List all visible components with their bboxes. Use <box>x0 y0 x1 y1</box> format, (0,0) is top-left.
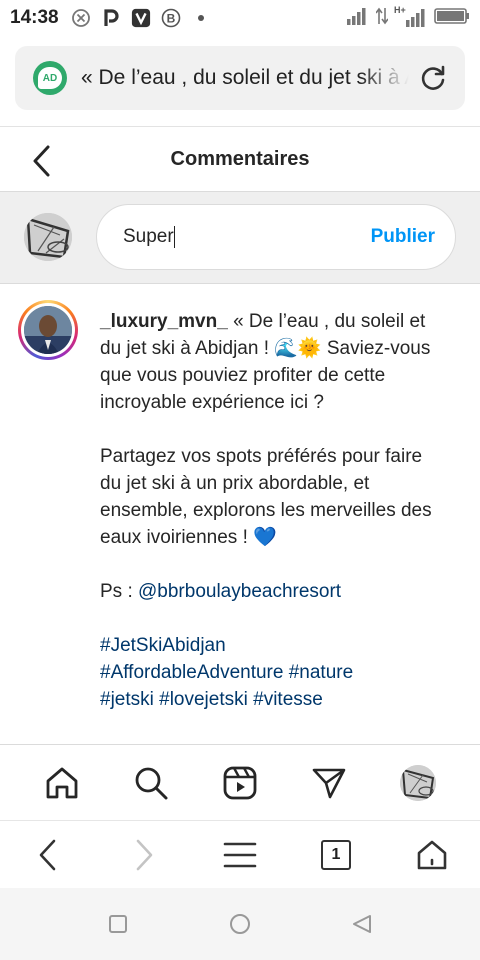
url-bar[interactable]: AD « De l’eau , du soleil et du jet ski … <box>15 46 465 110</box>
mention-link[interactable]: @bbrboulaybeachresort <box>138 581 341 602</box>
svg-text:B: B <box>166 12 175 26</box>
profile-avatar <box>399 764 436 801</box>
ad-badge-label: AD <box>38 67 62 89</box>
profile-button[interactable] <box>396 761 440 805</box>
dot-icon <box>191 8 211 28</box>
v-app-icon <box>131 8 151 28</box>
direct-messages-button[interactable] <box>307 761 351 805</box>
battery-icon <box>434 7 470 30</box>
current-user-avatar <box>24 213 72 261</box>
home-button[interactable] <box>40 761 84 805</box>
home-outline-icon <box>417 840 447 869</box>
tabs-button[interactable]: 1 <box>314 833 358 877</box>
caption-paragraph-2: Partagez vos spots préférés pour faire d… <box>100 446 432 548</box>
browser-forward-button[interactable] <box>122 833 166 877</box>
b-app-icon: B <box>161 8 181 28</box>
system-home-button[interactable] <box>227 911 253 937</box>
url-text[interactable]: « De l’eau , du soleil et du jet ski à A… <box>81 66 409 90</box>
post-username[interactable]: _luxury_mvn_ <box>100 311 228 332</box>
back-button[interactable] <box>24 143 60 179</box>
search-button[interactable] <box>129 761 173 805</box>
system-status-icons: H+ <box>346 5 470 31</box>
reload-button[interactable] <box>415 60 451 96</box>
app-bottom-nav <box>0 744 480 820</box>
browser-back-button[interactable] <box>26 833 70 877</box>
system-nav-bar <box>0 888 480 960</box>
back-arrow-icon <box>33 145 50 177</box>
network-signal-icon: H+ <box>394 5 428 28</box>
search-icon <box>135 767 168 799</box>
notification-icons: B <box>71 8 211 28</box>
text-caret <box>173 225 176 248</box>
hashtag-line-1[interactable]: #JetSkiAbidjan <box>100 632 440 659</box>
story-ring[interactable] <box>18 300 78 360</box>
hashtag-line-2[interactable]: #AffordableAdventure #nature <box>100 659 440 686</box>
chevron-left-icon <box>39 839 56 870</box>
circle-icon <box>230 914 250 934</box>
author-avatar[interactable] <box>24 306 72 354</box>
status-time: 14:38 <box>10 7 59 28</box>
status-bar: 14:38 B H+ <box>0 0 480 36</box>
reload-icon <box>421 65 445 90</box>
blocked-notification-icon <box>71 8 91 28</box>
browser-url-area: AD « De l’eau , du soleil et du jet ski … <box>0 36 480 124</box>
ps-prefix: Ps : <box>100 581 139 602</box>
ad-block-icon[interactable]: AD <box>33 61 67 95</box>
hashtag-line-3[interactable]: #jetski #lovejetski #vitesse <box>100 686 440 713</box>
comment-composer: Super Publier <box>0 192 480 284</box>
triangle-back-icon <box>353 915 371 933</box>
signal-icon <box>346 6 370 31</box>
data-transfer-icon <box>375 6 389 31</box>
browser-menu-button[interactable] <box>218 833 262 877</box>
chevron-right-icon <box>136 839 153 870</box>
reels-button[interactable] <box>218 761 262 805</box>
page-title: Commentaires <box>170 147 310 170</box>
comment-input-pill[interactable]: Super Publier <box>96 204 456 270</box>
comment-input-value: Super <box>123 226 174 247</box>
comments-header: Commentaires <box>0 126 480 192</box>
browser-home-button[interactable] <box>410 833 454 877</box>
comment-input[interactable]: Super <box>123 225 371 248</box>
story-ring-inner <box>21 303 75 357</box>
reels-icon <box>223 766 257 799</box>
caption-text: _luxury_mvn_ « De l’eau , du soleil et d… <box>100 308 440 713</box>
browser-toolbar: 1 <box>0 820 480 888</box>
system-back-button[interactable] <box>349 911 375 937</box>
square-icon <box>109 915 127 933</box>
recents-button[interactable] <box>105 911 131 937</box>
home-icon <box>46 767 78 798</box>
send-icon <box>312 768 346 798</box>
publish-button[interactable]: Publier <box>371 226 435 248</box>
caption-post: _luxury_mvn_ « De l’eau , du soleil et d… <box>0 284 480 744</box>
p-app-icon <box>101 8 121 28</box>
menu-icon <box>223 842 257 867</box>
tab-count: 1 <box>321 839 351 870</box>
